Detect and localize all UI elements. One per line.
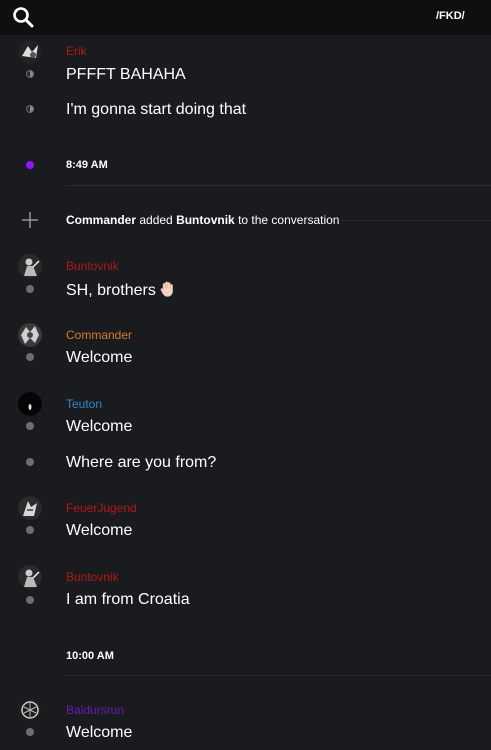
status-dot (26, 422, 34, 430)
message-text: PFFFT BAHAHA (66, 66, 186, 83)
status-dot (26, 353, 34, 361)
avatar-baldursrun[interactable] (18, 698, 42, 722)
message-text: I'm gonna start doing that (66, 101, 247, 118)
channel-title[interactable]: /FKD/ (436, 10, 465, 22)
message-text: Welcome (66, 349, 133, 366)
message-text: Where are you from? (66, 454, 217, 471)
status-dot (26, 458, 34, 466)
timestamp: 8:49 AM (66, 159, 108, 171)
raised-hand-icon (160, 281, 173, 297)
system-target[interactable]: Buntovnik (176, 213, 235, 227)
message-text: Welcome (66, 522, 133, 539)
status-dot (26, 596, 34, 604)
username-baldursrun[interactable]: Baldursrun (66, 703, 124, 717)
status-dot (26, 728, 34, 736)
divider (66, 675, 491, 676)
avatar-teuton[interactable] (18, 392, 42, 416)
plus-icon (22, 212, 38, 228)
system-tail: to the conversation (234, 213, 340, 227)
status-dot (26, 70, 34, 78)
username-erik[interactable]: Erik (66, 44, 87, 58)
avatar-feuerjugend[interactable] (18, 496, 42, 520)
username-teuton[interactable]: Teuton (66, 397, 102, 411)
timestamp: 10:00 AM (66, 650, 114, 662)
message-text: Welcome (66, 418, 133, 435)
avatar-buntovnik[interactable] (18, 565, 42, 589)
message-text: Welcome (66, 724, 133, 741)
divider (66, 185, 491, 186)
message-text: SH, brothers (66, 281, 175, 300)
top-bar: /FKD/ (0, 0, 491, 35)
status-dot (26, 105, 34, 113)
system-verb: added (136, 213, 177, 227)
avatar-commander[interactable] (18, 323, 42, 347)
status-dot (26, 526, 34, 534)
divider (342, 220, 491, 221)
unread-indicator (26, 161, 34, 169)
status-dot (26, 285, 34, 293)
avatar-erik[interactable] (18, 40, 42, 64)
username-buntovnik[interactable]: Buntovnik (66, 259, 119, 273)
system-message: Commander added Buntovnik to the convers… (66, 213, 339, 227)
system-actor[interactable]: Commander (66, 213, 136, 227)
avatar-buntovnik[interactable] (18, 254, 42, 278)
message-text: I am from Croatia (66, 591, 190, 608)
username-feuerjugend[interactable]: FeuerJugend (66, 501, 137, 515)
search-icon[interactable] (12, 6, 34, 28)
username-buntovnik[interactable]: Buntovnik (66, 570, 119, 584)
username-commander[interactable]: Commander (66, 328, 132, 342)
